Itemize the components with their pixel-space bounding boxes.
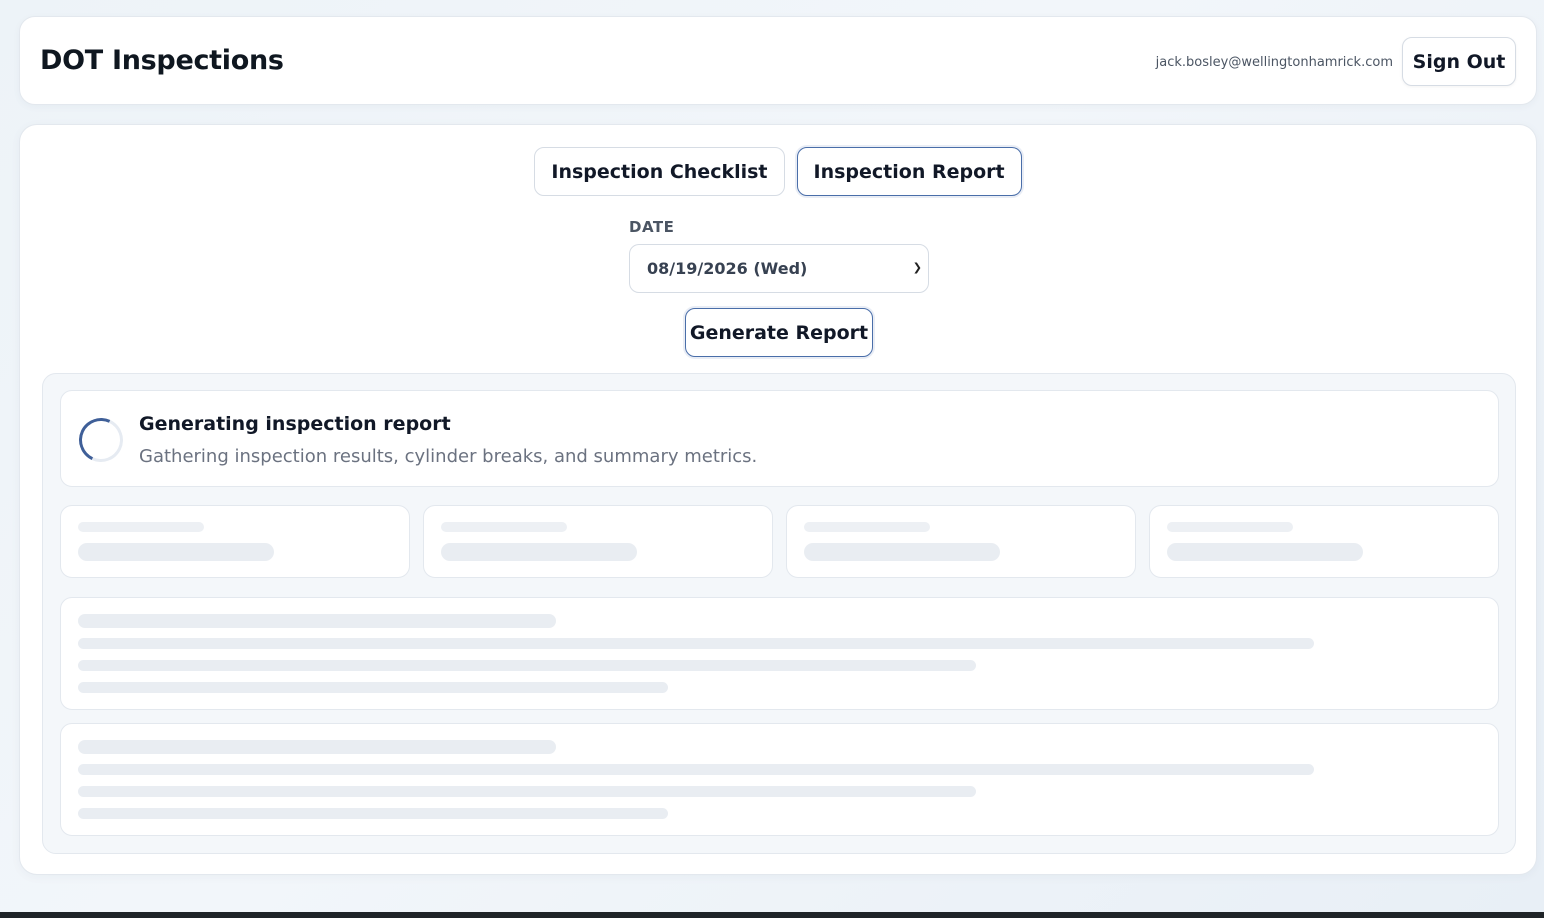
date-select[interactable]: 08/19/2026 (Wed) ❯ [629,244,929,293]
loading-subtitle: Gathering inspection results, cylinder b… [139,446,758,467]
skeleton-line [78,614,556,628]
skeleton-line [441,543,637,561]
loading-title: Generating inspection report [139,413,451,435]
skeleton-line [78,543,274,561]
section-card-skeleton [60,597,1499,710]
tab-inspection-checklist[interactable]: Inspection Checklist [534,147,785,196]
bottom-bar [0,912,1544,918]
user-email: jack.bosley@wellingtonhamrick.com [1155,55,1393,70]
skeleton-line [441,522,567,532]
skeleton-line [1167,522,1293,532]
tab-bar: Inspection Checklist Inspection Report [20,147,1536,196]
date-select-value: 08/19/2026 (Wed) [647,259,808,278]
chevron-down-icon: ❯ [912,261,922,274]
app-title: DOT Inspections [40,45,284,76]
metric-card-skeleton [60,505,410,578]
skeleton-line [78,682,668,693]
skeleton-line [804,522,930,532]
tab-inspection-report[interactable]: Inspection Report [796,147,1022,196]
skeleton-line [78,660,976,671]
metric-card-skeleton [423,505,773,578]
section-card-skeleton [60,723,1499,836]
report-area: Generating inspection report Gathering i… [42,373,1516,854]
skeleton-line [78,764,1314,775]
skeleton-line [78,638,1314,649]
skeleton-line [78,808,668,819]
spinner-icon [72,411,130,469]
skeleton-line [78,786,976,797]
skeleton-line [804,543,1000,561]
loading-card: Generating inspection report Gathering i… [60,390,1499,487]
generate-report-button[interactable]: Generate Report [685,308,873,357]
main-panel: Inspection Checklist Inspection Report D… [19,124,1537,875]
skeleton-line [78,522,204,532]
date-label: DATE [629,218,675,236]
app-header: DOT Inspections jack.bosley@wellingtonha… [19,16,1537,105]
skeleton-line [78,740,556,754]
metric-card-skeleton [1149,505,1499,578]
skeleton-line [1167,543,1363,561]
sign-out-button[interactable]: Sign Out [1402,37,1516,86]
metric-card-skeleton [786,505,1136,578]
